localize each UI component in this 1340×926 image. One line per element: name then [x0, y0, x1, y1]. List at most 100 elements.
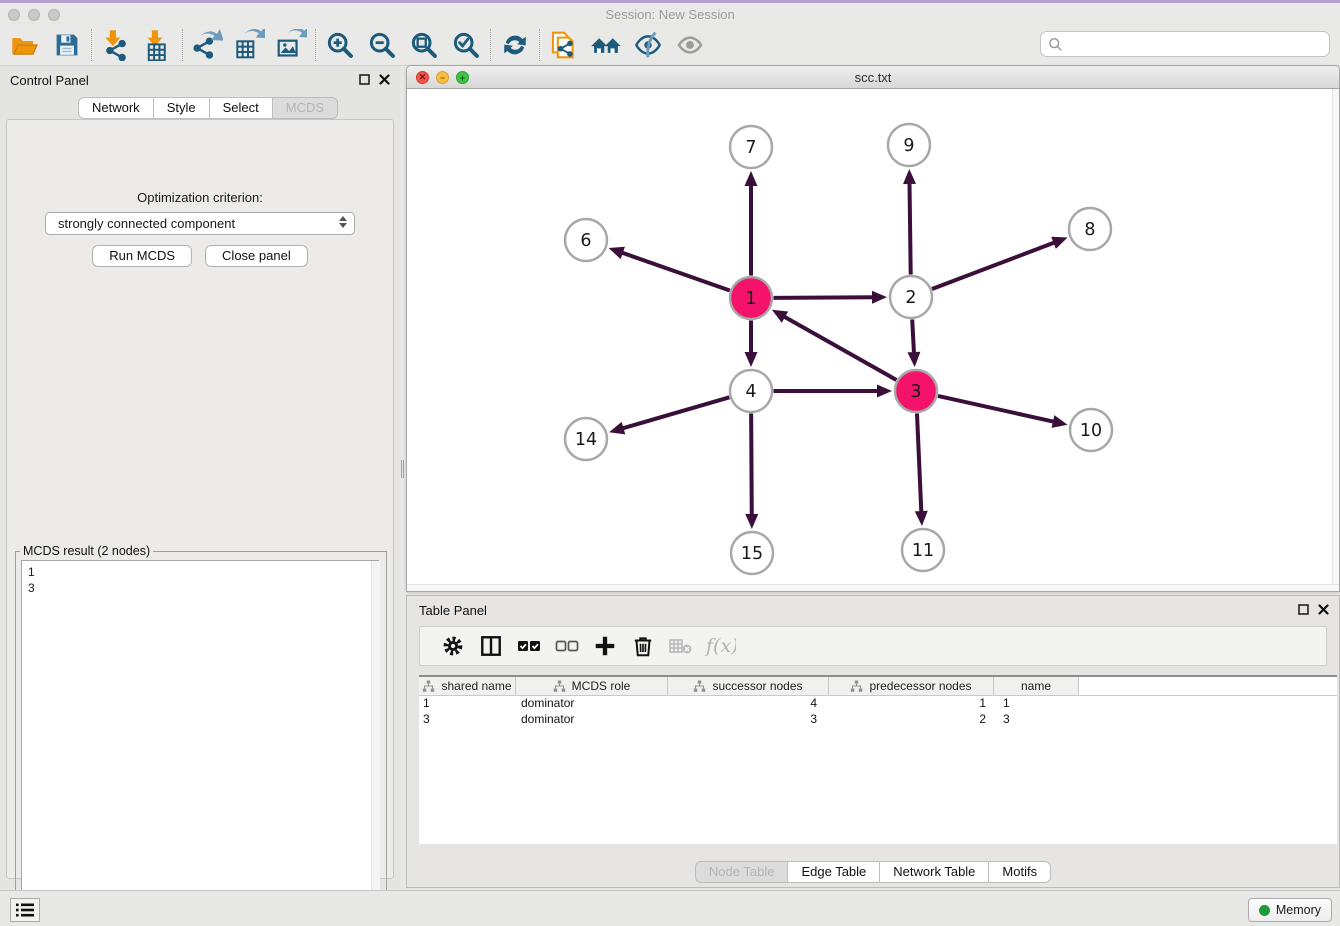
toolbar-separator: [490, 29, 491, 61]
export-image-icon[interactable]: [270, 27, 312, 63]
close-panel-button[interactable]: Close panel: [205, 245, 308, 267]
export-network-icon[interactable]: [186, 27, 228, 63]
table-cell[interactable]: 3: [668, 712, 829, 728]
open-session-icon[interactable]: [4, 27, 46, 63]
tab-network-table[interactable]: Network Table: [880, 861, 989, 883]
delete-column-icon[interactable]: [624, 629, 662, 663]
export-table-icon[interactable]: [228, 27, 270, 63]
zoom-in-icon[interactable]: [319, 27, 361, 63]
zoom-selected-icon[interactable]: [445, 27, 487, 63]
edge-4-14[interactable]: [609, 397, 729, 434]
tree-icon: [850, 680, 863, 693]
network-canvas[interactable]: 1 2 3 4 6 7 8 9 10 11 14 15: [407, 89, 1339, 585]
table-cell[interactable]: 2: [829, 712, 994, 728]
select-all-icon[interactable]: [510, 629, 548, 663]
float-panel-icon[interactable]: [359, 74, 370, 85]
toggle-birdseye-icon[interactable]: [627, 27, 669, 63]
table-row[interactable]: 1dominator411: [419, 696, 1337, 712]
svg-text:8: 8: [1084, 220, 1095, 240]
import-table-icon[interactable]: [137, 27, 179, 63]
table-cell[interactable]: 3: [994, 712, 1079, 728]
search-box[interactable]: [1040, 31, 1330, 57]
zoom-out-icon[interactable]: [361, 27, 403, 63]
edge-3-1[interactable]: [772, 310, 896, 380]
svg-text:7: 7: [745, 138, 756, 158]
edge-2-8[interactable]: [932, 237, 1068, 289]
home-icon[interactable]: [585, 27, 627, 63]
edge-1-7[interactable]: [745, 171, 758, 276]
column-header-MCDS-role[interactable]: MCDS role: [516, 677, 668, 695]
table-cell[interactable]: 1: [994, 696, 1079, 712]
task-history-button[interactable]: [10, 898, 40, 922]
column-header-shared-name[interactable]: shared name: [419, 677, 516, 695]
column-settings-icon[interactable]: [434, 629, 472, 663]
edge-2-9[interactable]: [903, 169, 916, 275]
close-panel-icon[interactable]: [379, 74, 390, 85]
clone-network-icon[interactable]: [543, 27, 585, 63]
node-4[interactable]: 4: [730, 370, 772, 412]
svg-text:10: 10: [1080, 421, 1102, 441]
column-header-name[interactable]: name: [994, 677, 1079, 695]
toolbar-separator: [315, 29, 316, 61]
run-mcds-button[interactable]: Run MCDS: [92, 245, 192, 267]
table-cell[interactable]: 4: [668, 696, 829, 712]
splitter-handle-vertical[interactable]: [400, 460, 405, 478]
tab-node-table[interactable]: Node Table: [695, 861, 789, 883]
node-8[interactable]: 8: [1069, 208, 1111, 250]
table-cell[interactable]: dominator: [516, 712, 668, 728]
tab-select[interactable]: Select: [210, 97, 273, 119]
table-panel-tabs: Node TableEdge TableNetwork TableMotifs: [407, 861, 1339, 883]
node-7[interactable]: 7: [730, 126, 772, 168]
zoom-fit-icon[interactable]: [403, 27, 445, 63]
table-cell[interactable]: 1: [419, 696, 516, 712]
edge-1-6[interactable]: [609, 247, 730, 291]
node-9[interactable]: 9: [888, 124, 930, 166]
svg-text:2: 2: [905, 288, 916, 308]
table-cell[interactable]: 3: [419, 712, 516, 728]
float-table-panel-icon[interactable]: [1298, 604, 1309, 615]
edge-2-3[interactable]: [907, 319, 920, 367]
deselect-all-icon[interactable]: [548, 629, 586, 663]
node-6[interactable]: 6: [565, 219, 607, 261]
search-input[interactable]: [1068, 34, 1329, 54]
edge-4-15[interactable]: [745, 413, 758, 529]
node-1[interactable]: 1: [730, 277, 772, 319]
table-cell[interactable]: 1: [829, 696, 994, 712]
edge-1-4[interactable]: [745, 321, 758, 368]
tab-edge-table[interactable]: Edge Table: [788, 861, 880, 883]
save-session-icon[interactable]: [46, 27, 88, 63]
node-2[interactable]: 2: [890, 276, 932, 318]
close-table-panel-icon[interactable]: [1318, 604, 1329, 615]
mcds-result-list[interactable]: 1 3: [21, 560, 379, 916]
node-15[interactable]: 15: [731, 532, 773, 574]
import-network-icon[interactable]: [95, 27, 137, 63]
refresh-layout-icon[interactable]: [494, 27, 536, 63]
tab-mcds[interactable]: MCDS: [273, 97, 338, 119]
edge-4-3[interactable]: [774, 385, 893, 398]
network-window-titlebar[interactable]: ✕ − + scc.txt: [407, 66, 1339, 89]
memory-button[interactable]: Memory: [1248, 898, 1332, 922]
canvas-vertical-scrollbar[interactable]: [1332, 89, 1339, 585]
column-header-predecessor-nodes[interactable]: predecessor nodes: [829, 677, 994, 695]
tab-motifs[interactable]: Motifs: [989, 861, 1051, 883]
network-view-window: ✕ − + scc.txt 1 2 3 4 6 7 8 9 10 11 14 15: [406, 65, 1340, 592]
edge-3-10[interactable]: [938, 396, 1068, 428]
table-row[interactable]: 3dominator323: [419, 712, 1337, 728]
node-14[interactable]: 14: [565, 418, 607, 460]
result-scrollbar[interactable]: [371, 561, 380, 915]
column-header-successor-nodes[interactable]: successor nodes: [668, 677, 829, 695]
edge-3-11[interactable]: [915, 413, 928, 526]
svg-text:9: 9: [903, 136, 914, 156]
add-column-icon[interactable]: [586, 629, 624, 663]
split-view-icon[interactable]: [472, 629, 510, 663]
table-cell[interactable]: dominator: [516, 696, 668, 712]
edge-1-2[interactable]: [773, 291, 887, 304]
node-3[interactable]: 3: [895, 370, 937, 412]
node-11[interactable]: 11: [902, 529, 944, 571]
tab-style[interactable]: Style: [154, 97, 210, 119]
mcds-result-title: MCDS result (2 nodes): [20, 544, 153, 558]
optimization-criterion-select[interactable]: strongly connected component: [45, 212, 355, 235]
canvas-horizontal-scrollbar[interactable]: [407, 584, 1339, 591]
tab-network[interactable]: Network: [78, 97, 154, 119]
node-10[interactable]: 10: [1070, 409, 1112, 451]
